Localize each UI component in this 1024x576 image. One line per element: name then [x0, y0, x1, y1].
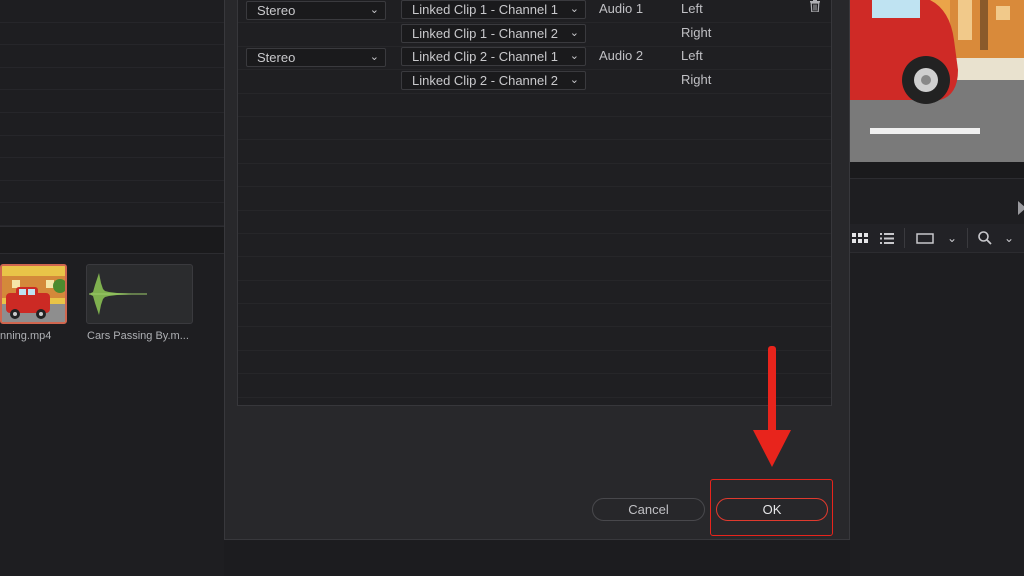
ok-highlight-box: [710, 479, 833, 536]
track-format-value: Stereo: [257, 50, 296, 65]
chevron-down-icon[interactable]: ⌄: [1002, 224, 1016, 252]
car-thumbnail-image: [2, 266, 65, 322]
chevron-down-icon: ⌄: [567, 25, 579, 42]
track-format-select[interactable]: Stereo ⌄: [246, 48, 386, 67]
source-channel-select[interactable]: Linked Clip 2 - Channel 2 ⌄: [401, 71, 586, 90]
media-pool-view-toolbar: ⌄ ⌄: [850, 224, 1024, 253]
clip-thumbnail-audio[interactable]: [86, 264, 193, 324]
source-channel-value: Linked Clip 2 - Channel 1: [412, 49, 558, 64]
chevron-down-icon: ⌄: [369, 51, 379, 63]
down-arrow-icon: [753, 346, 791, 467]
clip-thumbnail-video[interactable]: [0, 264, 67, 324]
chevron-down-icon: ⌄: [567, 48, 579, 65]
bin-list: [0, 0, 224, 226]
track-format-select[interactable]: Stereo ⌄: [246, 1, 386, 20]
grid-view-icon[interactable]: [850, 224, 870, 252]
audio-track-label: Audio 1: [599, 1, 644, 16]
chevron-down-icon[interactable]: ⌄: [945, 224, 959, 252]
source-channel-value: Linked Clip 1 - Channel 2: [412, 26, 558, 41]
source-channel-value: Linked Clip 2 - Channel 2: [412, 73, 558, 88]
channel-label: Left: [681, 1, 703, 16]
channel-label: Left: [681, 48, 703, 63]
cancel-button[interactable]: Cancel: [592, 498, 705, 521]
source-channel-select[interactable]: Linked Clip 1 - Channel 2 ⌄: [401, 24, 586, 43]
chevron-down-icon: ⌄: [567, 1, 579, 18]
clip-name-video: nning.mp4: [0, 330, 52, 342]
audio-track-label: Audio 2: [599, 48, 644, 63]
chevron-down-icon: ⌄: [567, 72, 579, 89]
list-view-icon[interactable]: [870, 224, 904, 252]
trash-icon[interactable]: [810, 0, 820, 12]
source-channel-value: Linked Clip 1 - Channel 1: [412, 2, 558, 17]
viewer-car-image: [850, 0, 1024, 162]
monitor-icon[interactable]: [905, 224, 945, 252]
channel-label: Right: [681, 72, 712, 87]
viewer-timecode-bar: [850, 162, 1024, 178]
track-format-value: Stereo: [257, 3, 296, 18]
search-icon[interactable]: [968, 224, 1002, 252]
source-channel-select[interactable]: Linked Clip 1 - Channel 1 ⌄: [401, 0, 586, 19]
media-pool-panel: nning.mp4 Cars Passing By.m...: [0, 0, 224, 576]
viewer-preview: [850, 0, 1024, 162]
audio-waveform-icon: [89, 273, 147, 315]
clip-name-audio: Cars Passing By.m...: [87, 330, 189, 342]
media-pool-toolbar: [0, 226, 224, 254]
inspector-panel: [850, 253, 1024, 576]
chevron-down-icon: ⌄: [369, 4, 379, 16]
source-channel-select[interactable]: Linked Clip 2 - Channel 1 ⌄: [401, 47, 586, 66]
play-icon[interactable]: [1018, 201, 1024, 215]
viewer-transport-bar: [850, 178, 1024, 225]
channel-label: Right: [681, 25, 712, 40]
